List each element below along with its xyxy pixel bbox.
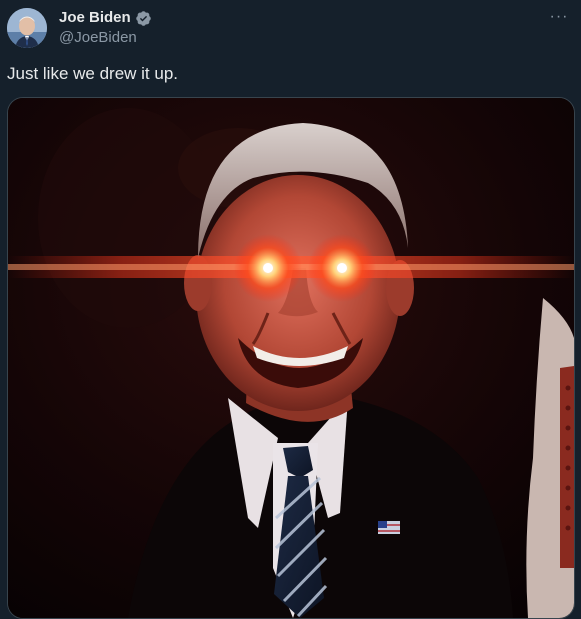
more-horizontal-icon: ···	[549, 8, 569, 25]
tweet-text: Just like we drew it up.	[7, 64, 179, 83]
tweet-media-image[interactable]	[7, 97, 575, 619]
author-handle[interactable]: @JoeBiden	[59, 29, 137, 47]
avatar-photo-icon	[7, 8, 47, 48]
timeline-divider	[0, 0, 581, 4]
author-display-name[interactable]: Joe Biden	[59, 9, 131, 27]
portrait-laser-eyes-image	[8, 98, 574, 618]
author-name-row[interactable]: Joe Biden	[59, 9, 152, 27]
tweet-card[interactable]: Joe Biden @JoeBiden ··· Just like we dre…	[0, 0, 581, 619]
verified-badge-icon[interactable]	[135, 10, 152, 27]
more-options-button[interactable]: ···	[547, 8, 571, 26]
author-avatar[interactable]	[7, 8, 47, 48]
